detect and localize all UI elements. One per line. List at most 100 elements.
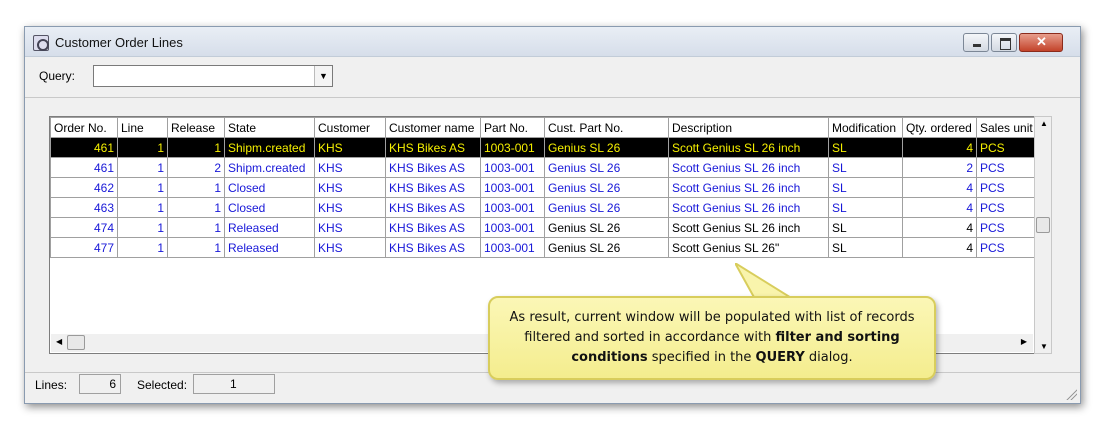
cell-customer-name: KHS Bikes AS	[385, 237, 481, 258]
cell-release: 1	[167, 217, 225, 238]
cell-state: Closed	[224, 197, 315, 218]
cell-part-no: 1003-001	[480, 157, 545, 178]
table-row[interactable]: 474 1 1 Released KHS KHS Bikes AS 1003-0…	[50, 217, 1037, 238]
cell-sales-unit: PCS	[976, 237, 1037, 258]
cell-line: 1	[117, 177, 168, 198]
scroll-down-arrow-icon[interactable]: ▼	[1040, 342, 1048, 351]
cell-sales-unit: PCS	[976, 197, 1037, 218]
column-header-customer-name[interactable]: Customer name	[385, 117, 481, 138]
cell-release: 1	[167, 177, 225, 198]
cell-qty-ordered: 4	[902, 197, 977, 218]
cell-sales-unit: PCS	[976, 177, 1037, 198]
header-row: Order No. Line Release State Customer Cu…	[50, 117, 1037, 138]
cell-release: 1	[167, 137, 225, 158]
minimize-button[interactable]	[963, 33, 989, 52]
cell-customer: KHS	[314, 217, 386, 238]
divider	[25, 97, 1080, 98]
resize-grip-icon[interactable]	[1065, 388, 1077, 400]
cell-modification: SL	[828, 157, 903, 178]
cell-modification: SL	[828, 137, 903, 158]
cell-modification: SL	[828, 237, 903, 258]
cell-customer-name: KHS Bikes AS	[385, 177, 481, 198]
scroll-left-arrow-icon[interactable]: ◀	[56, 337, 62, 346]
cell-release: 2	[167, 157, 225, 178]
cell-order-no: 462	[50, 177, 118, 198]
cell-line: 1	[117, 217, 168, 238]
cell-part-no: 1003-001	[480, 237, 545, 258]
cell-state: Closed	[224, 177, 315, 198]
column-header-modification[interactable]: Modification	[828, 117, 903, 138]
column-header-customer[interactable]: Customer	[314, 117, 386, 138]
column-header-state[interactable]: State	[224, 117, 315, 138]
column-header-sales-unit[interactable]: Sales unit	[976, 117, 1037, 138]
column-header-qty-ordered[interactable]: Qty. ordered	[902, 117, 977, 138]
column-header-part-no[interactable]: Part No.	[480, 117, 545, 138]
cell-part-no: 1003-001	[480, 197, 545, 218]
scroll-right-arrow-icon[interactable]: ▶	[1021, 337, 1027, 346]
cell-sales-unit: PCS	[976, 217, 1037, 238]
cell-description: Scott Genius SL 26 inch	[668, 137, 829, 158]
cell-line: 1	[117, 157, 168, 178]
cell-qty-ordered: 4	[902, 237, 977, 258]
window-title: Customer Order Lines	[55, 35, 183, 50]
cell-state: Shipm.created	[224, 157, 315, 178]
cell-qty-ordered: 4	[902, 217, 977, 238]
callout-text-3: dialog.	[804, 350, 853, 365]
table-row[interactable]: 463 1 1 Closed KHS KHS Bikes AS 1003-001…	[50, 197, 1037, 218]
maximize-button[interactable]	[991, 33, 1017, 52]
column-header-line[interactable]: Line	[117, 117, 168, 138]
selected-count: 1	[193, 374, 275, 394]
cell-state: Shipm.created	[224, 137, 315, 158]
cell-cust-part-no: Genius SL 26	[544, 177, 669, 198]
query-dropdown[interactable]: ▼	[93, 65, 333, 87]
table-row[interactable]: 462 1 1 Closed KHS KHS Bikes AS 1003-001…	[50, 177, 1037, 198]
cell-cust-part-no: Genius SL 26	[544, 137, 669, 158]
cell-release: 1	[167, 237, 225, 258]
title-bar[interactable]: Customer Order Lines	[25, 27, 1080, 57]
cell-customer: KHS	[314, 177, 386, 198]
cell-order-no: 474	[50, 217, 118, 238]
callout-text-2: specified in the	[647, 350, 756, 365]
horizontal-scroll-thumb[interactable]	[67, 335, 85, 350]
cell-description: Scott Genius SL 26"	[668, 237, 829, 258]
column-header-description[interactable]: Description	[668, 117, 829, 138]
cell-customer-name: KHS Bikes AS	[385, 217, 481, 238]
cell-order-no: 461	[50, 157, 118, 178]
scroll-up-arrow-icon[interactable]: ▲	[1040, 119, 1048, 128]
cell-customer: KHS	[314, 137, 386, 158]
cell-order-no: 461	[50, 137, 118, 158]
cell-part-no: 1003-001	[480, 217, 545, 238]
lines-count: 6	[79, 374, 121, 394]
vertical-scrollbar[interactable]: ▲ ▼	[1034, 116, 1052, 354]
cell-description: Scott Genius SL 26 inch	[668, 157, 829, 178]
cell-customer: KHS	[314, 157, 386, 178]
cell-line: 1	[117, 137, 168, 158]
cell-cust-part-no: Genius SL 26	[544, 197, 669, 218]
lines-label: Lines:	[35, 378, 68, 392]
cell-order-no: 477	[50, 237, 118, 258]
table-row-selected[interactable]: 461 1 1 Shipm.created KHS KHS Bikes AS 1…	[50, 137, 1037, 158]
cell-customer-name: KHS Bikes AS	[385, 197, 481, 218]
cell-line: 1	[117, 237, 168, 258]
table-row[interactable]: 461 1 2 Shipm.created KHS KHS Bikes AS 1…	[50, 157, 1037, 178]
cell-cust-part-no: Genius SL 26	[544, 157, 669, 178]
cell-description: Scott Genius SL 26 inch	[668, 197, 829, 218]
cell-state: Released	[224, 217, 315, 238]
cell-cust-part-no: Genius SL 26	[544, 237, 669, 258]
cell-state: Released	[224, 237, 315, 258]
column-header-cust-part-no[interactable]: Cust. Part No.	[544, 117, 669, 138]
cell-cust-part-no: Genius SL 26	[544, 217, 669, 238]
cell-sales-unit: PCS	[976, 137, 1037, 158]
table-row[interactable]: 477 1 1 Released KHS KHS Bikes AS 1003-0…	[50, 237, 1037, 258]
cell-customer: KHS	[314, 237, 386, 258]
explanation-callout: As result, current window will be popula…	[488, 296, 936, 380]
chevron-down-icon[interactable]: ▼	[314, 66, 332, 86]
vertical-scroll-thumb[interactable]	[1036, 217, 1050, 233]
selected-label: Selected:	[137, 378, 188, 392]
query-label: Query:	[39, 69, 76, 83]
column-header-order-no[interactable]: Order No.	[50, 117, 118, 138]
close-button[interactable]	[1019, 33, 1063, 52]
column-header-release[interactable]: Release	[167, 117, 225, 138]
cell-modification: SL	[828, 217, 903, 238]
cell-order-no: 463	[50, 197, 118, 218]
